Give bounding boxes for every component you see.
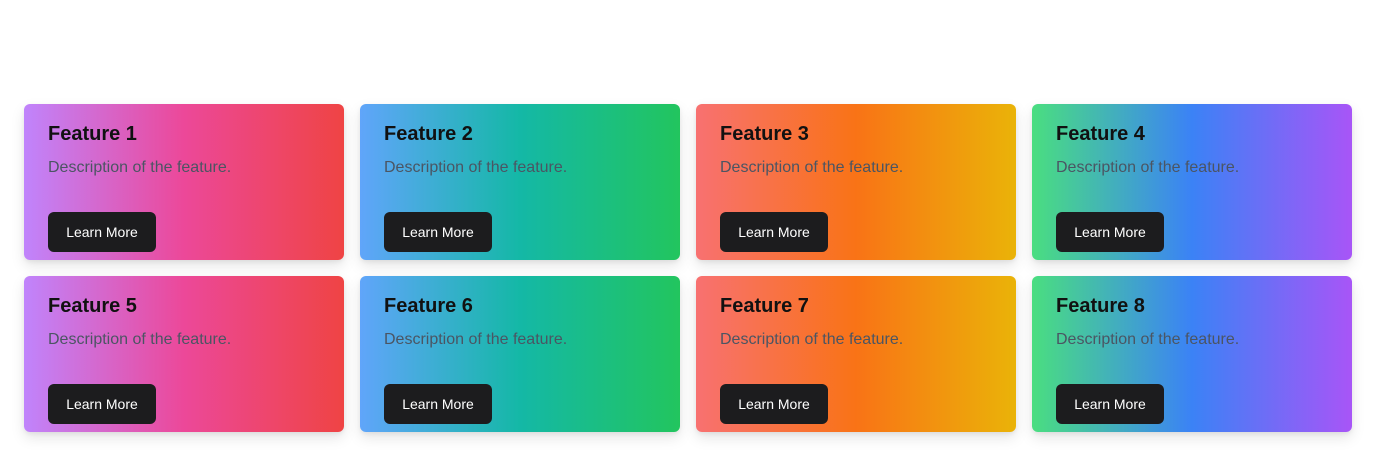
feature-card-title: Feature 3 xyxy=(720,123,809,145)
learn-more-button[interactable]: Learn More xyxy=(48,384,156,424)
feature-card-3: Feature 3 Description of the feature. Le… xyxy=(696,104,1016,260)
learn-more-button[interactable]: Learn More xyxy=(1056,212,1164,252)
feature-card-7: Feature 7 Description of the feature. Le… xyxy=(696,276,1016,432)
feature-card-title: Feature 8 xyxy=(1056,295,1145,317)
feature-card-5: Feature 5 Description of the feature. Le… xyxy=(24,276,344,432)
feature-card-description: Description of the feature. xyxy=(720,331,904,348)
feature-card-description: Description of the feature. xyxy=(1056,159,1240,176)
feature-card-grid: Feature 1 Description of the feature. Le… xyxy=(24,104,1352,432)
feature-card-title: Feature 4 xyxy=(1056,123,1145,145)
feature-card-title: Feature 5 xyxy=(48,295,137,317)
feature-card-4: Feature 4 Description of the feature. Le… xyxy=(1032,104,1352,260)
feature-card-6: Feature 6 Description of the feature. Le… xyxy=(360,276,680,432)
feature-card-1: Feature 1 Description of the feature. Le… xyxy=(24,104,344,260)
feature-card-description: Description of the feature. xyxy=(384,331,568,348)
learn-more-button[interactable]: Learn More xyxy=(48,212,156,252)
feature-card-title: Feature 2 xyxy=(384,123,473,145)
learn-more-button[interactable]: Learn More xyxy=(720,384,828,424)
feature-card-title: Feature 1 xyxy=(48,123,137,145)
feature-card-8: Feature 8 Description of the feature. Le… xyxy=(1032,276,1352,432)
feature-card-description: Description of the feature. xyxy=(720,159,904,176)
learn-more-button[interactable]: Learn More xyxy=(384,384,492,424)
learn-more-button[interactable]: Learn More xyxy=(1056,384,1164,424)
feature-card-title: Feature 6 xyxy=(384,295,473,317)
feature-card-2: Feature 2 Description of the feature. Le… xyxy=(360,104,680,260)
feature-card-description: Description of the feature. xyxy=(48,331,232,348)
feature-card-title: Feature 7 xyxy=(720,295,809,317)
learn-more-button[interactable]: Learn More xyxy=(384,212,492,252)
learn-more-button[interactable]: Learn More xyxy=(720,212,828,252)
feature-card-description: Description of the feature. xyxy=(384,159,568,176)
feature-card-description: Description of the feature. xyxy=(48,159,232,176)
feature-card-description: Description of the feature. xyxy=(1056,331,1240,348)
